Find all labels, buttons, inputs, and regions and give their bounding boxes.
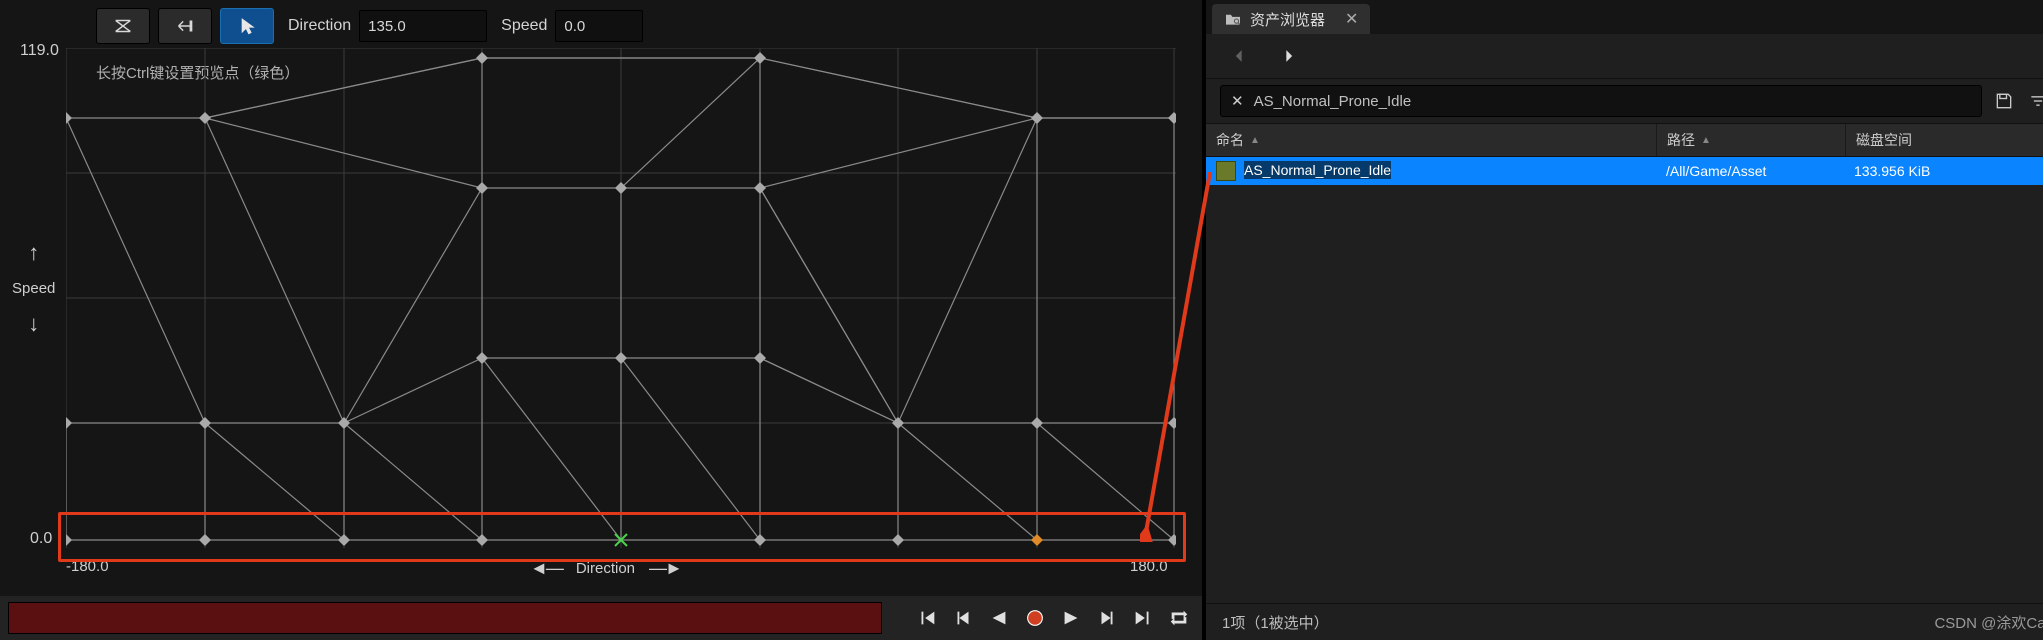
table-header: 命名▲ 路径▲ 磁盘空间 拥有虚 [1206,123,2043,157]
speed-label: Speed [501,17,547,35]
tab-title: 资产浏览器 [1250,9,1325,30]
timeline-scrubber[interactable] [8,602,882,634]
col-header-disk[interactable]: 磁盘空间 [1846,124,2043,156]
arrow-left-icon: ◄— [530,558,562,579]
sort-asc-icon: ▲ [1701,135,1711,146]
speed-value: 0.0 [564,18,585,35]
filter-icon[interactable] [2026,89,2043,113]
to-end-button[interactable] [1130,605,1156,631]
x-axis-min: -180.0 [66,558,109,575]
back-arrow-icon [174,15,196,37]
search-row: ✕ AS_Normal_Prone_Idle [1206,79,2043,123]
clear-search-button[interactable]: ✕ [1231,92,1244,110]
asset-browser-panel: 资产浏览器 ✕ ✕ AS_Normal_Prone_Idle 命名▲ 路径▲ 磁… [1202,0,2043,640]
row-path: /All/Game/Asset [1656,163,1844,179]
status-bar: 1项（1被选中） CSDN @涂欢Caroline [1206,603,2043,640]
arrow-right-icon: —► [649,558,681,579]
col-header-path[interactable]: 路径▲ [1657,124,1846,156]
blendspace-toolbar: Direction 135.0 Speed 0.0 [96,8,643,44]
asset-thumb-icon [1216,161,1236,181]
loop-button[interactable] [1166,605,1192,631]
show-triangulation-button[interactable] [96,8,150,44]
watermark-text: CSDN @涂欢Caroline [1934,612,2043,633]
close-tab-button[interactable]: ✕ [1345,9,1358,29]
asset-list: AS_Normal_Prone_Idle /All/Game/Asset 133… [1206,157,2043,603]
save-icon[interactable] [1992,89,2016,113]
nav-row [1206,34,2043,79]
select-tool-button[interactable] [220,8,274,44]
col-header-name[interactable]: 命名▲ [1206,124,1657,156]
x-axis-text: Direction [576,560,635,577]
search-input[interactable]: ✕ AS_Normal_Prone_Idle [1220,85,1982,117]
play-reverse-button[interactable] [986,605,1012,631]
x-axis-label: ◄— Direction —► [530,558,681,579]
folder-search-icon [1224,12,1242,26]
direction-value: 135.0 [368,18,406,35]
y-axis-max: 119.0 [20,42,59,60]
playback-bar [0,596,1202,640]
step-forward-button[interactable] [1094,605,1120,631]
table-row[interactable]: AS_Normal_Prone_Idle /All/Game/Asset 133… [1206,157,2043,185]
play-button[interactable] [1058,605,1084,631]
arrow-down-icon: ↓ [28,311,39,337]
y-axis-min: 0.0 [30,530,52,548]
toolbar-back-button[interactable] [158,8,212,44]
arrow-up-icon: ↑ [28,240,39,266]
x-axis-max: 180.0 [1130,558,1168,575]
triangulation-icon [112,15,134,37]
to-start-button[interactable] [914,605,940,631]
selection-status: 1项（1被选中） [1222,612,1329,633]
blendspace-grid[interactable] [66,48,1176,548]
nav-forward-button[interactable] [1274,42,1302,70]
y-axis-label: ↑ Speed ↓ [12,240,55,337]
record-button[interactable] [1022,605,1048,631]
nav-back-button[interactable] [1226,42,1254,70]
cursor-icon [236,15,258,37]
speed-field[interactable]: 0.0 [555,10,643,42]
step-back-button[interactable] [950,605,976,631]
panel-tab-row: 资产浏览器 ✕ [1206,0,2043,34]
row-name: AS_Normal_Prone_Idle [1244,161,1391,179]
row-disk: 133.956 KiB [1844,163,2043,179]
direction-field[interactable]: 135.0 [359,10,487,42]
y-axis-text: Speed [12,280,55,297]
sort-asc-icon: ▲ [1250,135,1260,146]
blendspace-editor: Direction 135.0 Speed 0.0 长按Ctrl键设置预览点（绿… [0,0,1202,640]
asset-browser-tab[interactable]: 资产浏览器 ✕ [1212,4,1370,34]
search-value: AS_Normal_Prone_Idle [1254,93,1412,110]
direction-label: Direction [288,17,351,35]
